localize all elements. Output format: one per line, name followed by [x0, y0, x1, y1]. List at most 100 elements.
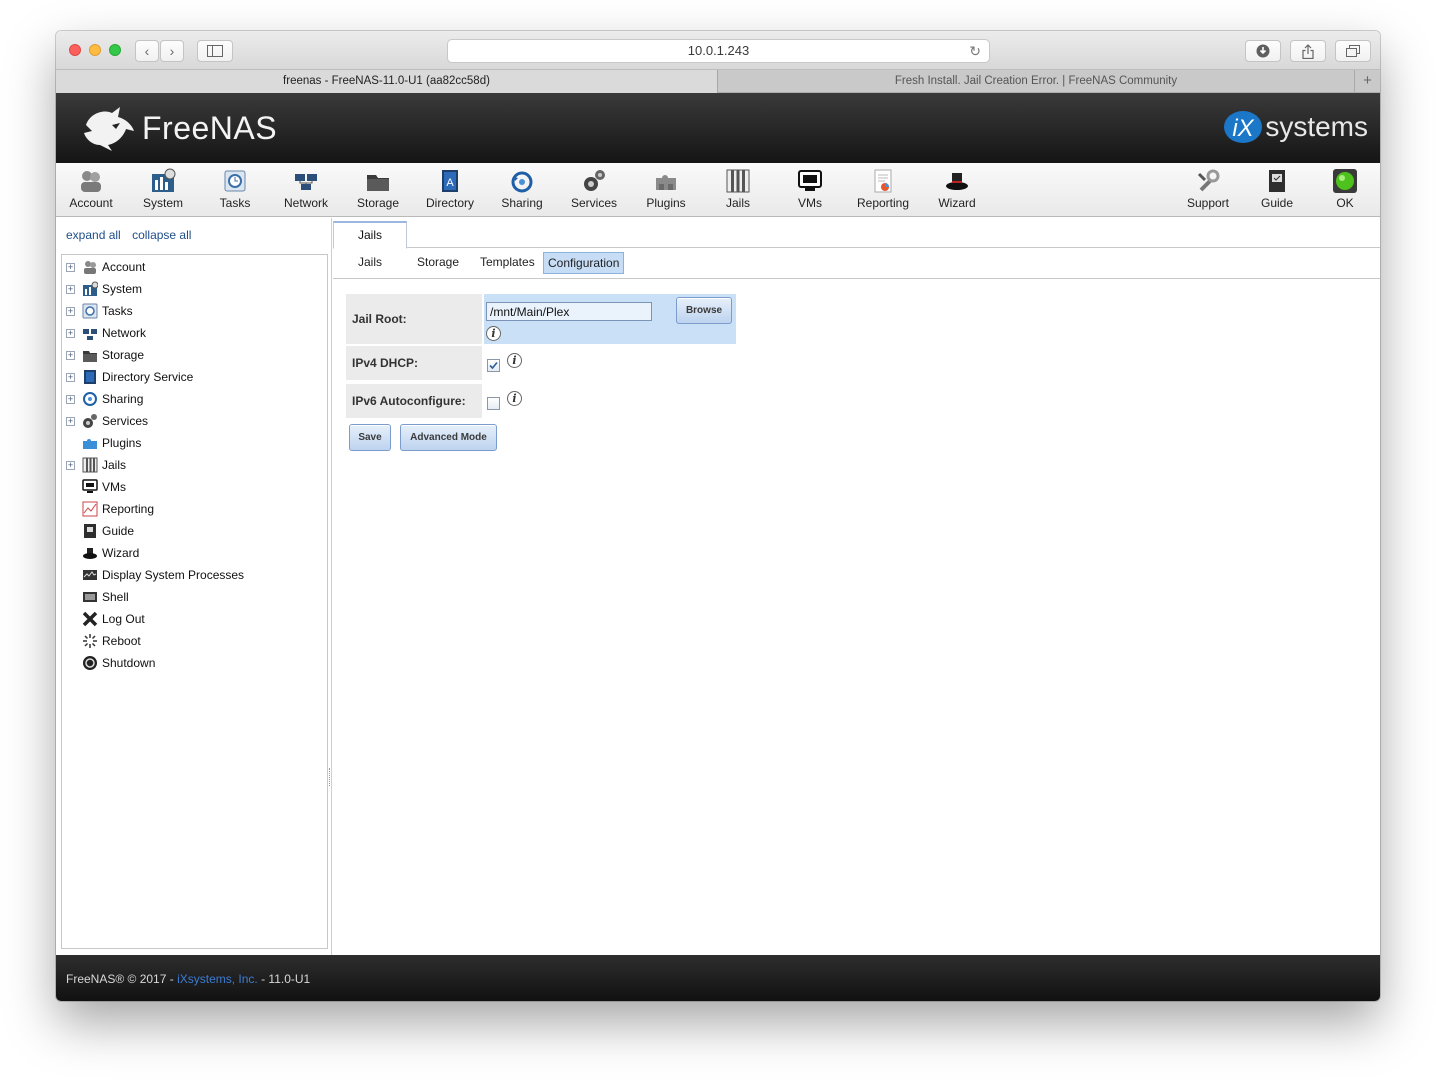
tree-item-storage[interactable]: + Storage	[62, 345, 327, 365]
menu-plugins[interactable]: Plugins	[631, 168, 701, 214]
tab-jails-module[interactable]: Jails	[333, 221, 407, 249]
tree-item-display-system-processes[interactable]: Display System Processes	[62, 565, 327, 585]
pane-splitter[interactable]	[329, 768, 331, 786]
browser-tab-forum[interactable]: Fresh Install. Jail Creation Error. | Fr…	[718, 70, 1354, 93]
close-window-button[interactable]	[69, 44, 81, 56]
tree-item-directory-service[interactable]: + Directory Service	[62, 367, 327, 387]
tree-item-account[interactable]: + Account	[62, 257, 327, 277]
menu-jails[interactable]: Jails	[703, 168, 773, 214]
info-icon[interactable]: i	[507, 391, 522, 406]
tree-item-shutdown[interactable]: Shutdown	[62, 653, 327, 673]
footer-version: - 11.0-U1	[257, 972, 311, 986]
browse-button[interactable]: Browse	[676, 297, 732, 324]
tree-item-reboot[interactable]: Reboot	[62, 631, 327, 651]
tree-item-system[interactable]: + System	[62, 279, 327, 299]
jail-root-input[interactable]	[486, 302, 652, 321]
info-icon[interactable]: i	[486, 326, 501, 341]
tab-overview-button[interactable]	[1335, 40, 1371, 62]
tree-item-vms[interactable]: VMs	[62, 477, 327, 497]
menu-network-label: Network	[283, 196, 328, 210]
expand-all-link[interactable]: expand all	[66, 228, 121, 242]
expand-icon[interactable]: +	[66, 306, 75, 316]
storage-icon	[83, 351, 97, 362]
plugins-icon	[656, 175, 676, 190]
expand-icon[interactable]: +	[66, 372, 75, 382]
menu-support-label: Support	[1186, 196, 1230, 210]
ipv4-dhcp-label: IPv4 DHCP:	[346, 346, 482, 380]
tree-item-shell[interactable]: Shell	[62, 587, 327, 607]
module-tab-strip: Jails	[333, 218, 1380, 249]
ipv4-dhcp-checkbox[interactable]	[487, 359, 500, 372]
menu-wizard-label: Wizard	[938, 196, 976, 210]
menu-directory[interactable]: A Directory	[415, 168, 485, 214]
sub-tab-templates[interactable]: Templates	[476, 252, 539, 274]
shell-icon	[83, 592, 97, 602]
expand-icon[interactable]: +	[66, 284, 75, 294]
menu-services[interactable]: Services	[559, 168, 629, 214]
expand-icon[interactable]: +	[66, 394, 75, 404]
tree-item-label: Display System Processes	[102, 568, 245, 582]
tree-item-services[interactable]: + Services	[62, 411, 327, 431]
back-button[interactable]: ‹	[135, 40, 159, 62]
jails-icon	[726, 169, 750, 193]
save-button[interactable]: Save	[349, 424, 391, 451]
tree-item-plugins[interactable]: Plugins	[62, 433, 327, 453]
tree-item-sharing[interactable]: + Sharing	[62, 389, 327, 409]
menu-vms[interactable]: VMs	[775, 168, 845, 214]
expand-icon[interactable]: +	[66, 328, 75, 338]
navigation-pane: expand all collapse all + Account + Syst…	[56, 218, 332, 955]
browser-tab-freenas[interactable]: freenas - FreeNAS-11.0-U1 (aa82cc58d)	[56, 70, 718, 93]
tree-item-guide[interactable]: Guide	[62, 521, 327, 541]
menu-tasks[interactable]: Tasks	[200, 168, 270, 214]
status-ok-icon	[1333, 169, 1357, 193]
freenas-shark-icon	[84, 107, 134, 151]
collapse-all-link[interactable]: collapse all	[132, 228, 191, 242]
ipv6-autoconfigure-checkbox[interactable]	[487, 397, 500, 410]
tree-item-network[interactable]: + Network	[62, 323, 327, 343]
share-button[interactable]	[1290, 40, 1326, 62]
menu-reporting-label: Reporting	[856, 196, 910, 210]
navigation-tree: + Account + System + Tasks + Network + S…	[61, 254, 328, 949]
directory-icon	[84, 370, 96, 384]
info-icon[interactable]: i	[507, 353, 522, 368]
reload-icon[interactable]: ↻	[969, 40, 981, 62]
tree-item-reporting[interactable]: Reporting	[62, 499, 327, 519]
menu-wizard[interactable]: Wizard	[922, 168, 992, 214]
tree-item-jails[interactable]: + Jails	[62, 455, 327, 475]
tree-item-log-out[interactable]: Log Out	[62, 609, 327, 629]
menu-support[interactable]: Support	[1173, 168, 1243, 214]
minimize-window-button[interactable]	[89, 44, 101, 56]
sub-tab-storage[interactable]: Storage	[413, 252, 463, 274]
freenas-brand: FreeNAS	[142, 109, 278, 146]
reboot-icon	[83, 634, 97, 648]
menu-storage[interactable]: Storage	[343, 168, 413, 214]
chevron-right-icon: ›	[169, 43, 175, 59]
menu-reporting[interactable]: Reporting	[848, 168, 918, 214]
address-bar[interactable]: 10.0.1.243 ↻	[447, 39, 990, 63]
menu-status-ok[interactable]: OK	[1310, 168, 1380, 214]
tree-item-label: System	[102, 282, 143, 296]
menu-network[interactable]: Network	[271, 168, 341, 214]
freenas-header: FreeNAS iX systems	[56, 93, 1380, 163]
tree-item-tasks[interactable]: + Tasks	[62, 301, 327, 321]
menu-guide[interactable]: Guide	[1242, 168, 1312, 214]
expand-icon[interactable]: +	[66, 460, 75, 470]
menu-account[interactable]: Account	[56, 168, 126, 214]
sidebar-toggle-button[interactable]	[197, 40, 233, 62]
wizard-icon	[946, 173, 968, 190]
sub-tab-jails[interactable]: Jails	[354, 252, 386, 274]
forward-button[interactable]: ›	[160, 40, 184, 62]
browser-tab-bar: freenas - FreeNAS-11.0-U1 (aa82cc58d) Fr…	[56, 70, 1380, 93]
menu-sharing[interactable]: Sharing	[487, 168, 557, 214]
expand-icon[interactable]: +	[66, 350, 75, 360]
tree-item-wizard[interactable]: Wizard	[62, 543, 327, 563]
menu-system[interactable]: System	[128, 168, 198, 214]
downloads-button[interactable]	[1245, 40, 1281, 62]
expand-icon[interactable]: +	[66, 262, 75, 272]
advanced-mode-button[interactable]: Advanced Mode	[400, 424, 497, 451]
sub-tab-configuration[interactable]: Configuration	[543, 252, 625, 274]
new-tab-button[interactable]: +	[1354, 70, 1380, 93]
ixsystems-link[interactable]: iXsystems, Inc.	[177, 972, 258, 986]
zoom-window-button[interactable]	[109, 44, 121, 56]
expand-icon[interactable]: +	[66, 416, 75, 426]
